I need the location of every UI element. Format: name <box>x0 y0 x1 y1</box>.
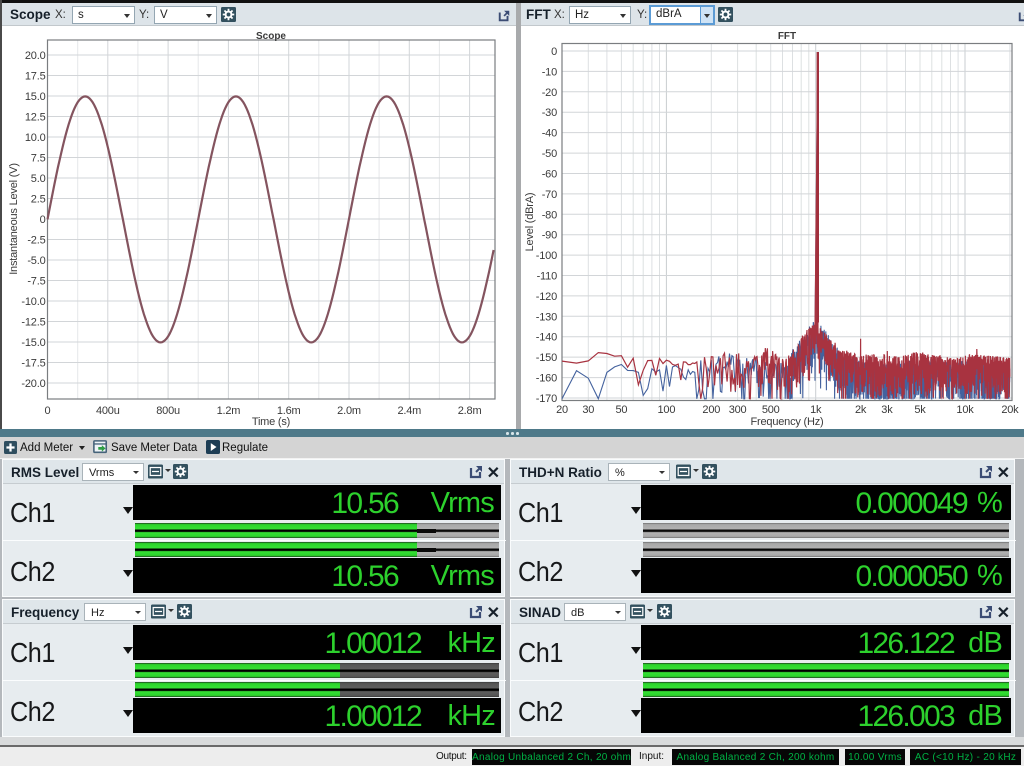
svg-text:10.0: 10.0 <box>25 132 46 144</box>
svg-text:100: 100 <box>658 404 676 416</box>
svg-text:2.4m: 2.4m <box>397 405 421 417</box>
svg-text:17.5: 17.5 <box>25 71 46 83</box>
svg-text:15.0: 15.0 <box>25 91 46 103</box>
svg-text:-150: -150 <box>536 352 557 364</box>
svg-text:-80: -80 <box>542 209 557 221</box>
svg-text:5k: 5k <box>914 404 926 416</box>
svg-text:-70: -70 <box>542 189 557 201</box>
svg-text:Scope: Scope <box>256 31 286 42</box>
svg-text:20: 20 <box>556 404 568 416</box>
svg-text:FFT: FFT <box>778 31 796 42</box>
svg-text:-130: -130 <box>536 311 557 323</box>
svg-text:0: 0 <box>40 214 46 226</box>
svg-text:200: 200 <box>702 404 720 416</box>
svg-text:20.0: 20.0 <box>25 50 46 62</box>
svg-text:-10: -10 <box>542 66 557 78</box>
svg-text:10k: 10k <box>956 404 974 416</box>
svg-text:-10.0: -10.0 <box>21 296 45 308</box>
svg-text:-60: -60 <box>542 169 557 181</box>
svg-text:-50: -50 <box>542 148 557 160</box>
svg-text:7.5: 7.5 <box>31 153 46 165</box>
svg-text:20k: 20k <box>1001 404 1019 416</box>
svg-text:-12.5: -12.5 <box>21 317 45 329</box>
svg-text:2k: 2k <box>855 404 867 416</box>
svg-text:3k: 3k <box>881 404 893 416</box>
svg-text:-17.5: -17.5 <box>21 358 45 370</box>
svg-text:2.8m: 2.8m <box>458 405 482 417</box>
svg-text:-30: -30 <box>542 107 557 119</box>
svg-text:Frequency (Hz): Frequency (Hz) <box>751 416 824 428</box>
svg-text:12.5: 12.5 <box>25 112 46 124</box>
svg-text:0: 0 <box>45 405 51 417</box>
svg-text:-2.5: -2.5 <box>27 235 45 247</box>
svg-text:-15.0: -15.0 <box>21 337 45 349</box>
svg-text:800u: 800u <box>156 405 180 417</box>
svg-text:-20: -20 <box>542 87 557 99</box>
svg-text:-90: -90 <box>542 230 557 242</box>
svg-text:Instantaneous Level (V): Instantaneous Level (V) <box>8 163 20 275</box>
svg-text:400u: 400u <box>96 405 120 417</box>
svg-text:Time (s): Time (s) <box>252 416 290 428</box>
svg-text:0: 0 <box>551 46 557 58</box>
svg-text:-5.0: -5.0 <box>27 255 45 267</box>
svg-text:50: 50 <box>615 404 627 416</box>
svg-text:-170: -170 <box>536 393 557 405</box>
svg-text:-20.0: -20.0 <box>21 378 45 390</box>
svg-text:300: 300 <box>729 404 747 416</box>
svg-text:2.0m: 2.0m <box>337 405 361 417</box>
svg-text:30: 30 <box>582 404 594 416</box>
svg-text:-120: -120 <box>536 291 557 303</box>
svg-text:-140: -140 <box>536 332 557 344</box>
svg-text:-40: -40 <box>542 128 557 140</box>
svg-text:1k: 1k <box>810 404 822 416</box>
svg-text:5.0: 5.0 <box>31 173 46 185</box>
svg-text:-100: -100 <box>536 250 557 262</box>
svg-text:-7.5: -7.5 <box>27 276 45 288</box>
svg-text:Level (dBrA): Level (dBrA) <box>524 193 536 252</box>
svg-text:1.2m: 1.2m <box>217 405 241 417</box>
svg-text:-110: -110 <box>537 271 557 283</box>
svg-text:-160: -160 <box>536 373 557 385</box>
svg-text:2.5: 2.5 <box>31 194 46 206</box>
svg-text:500: 500 <box>762 404 780 416</box>
